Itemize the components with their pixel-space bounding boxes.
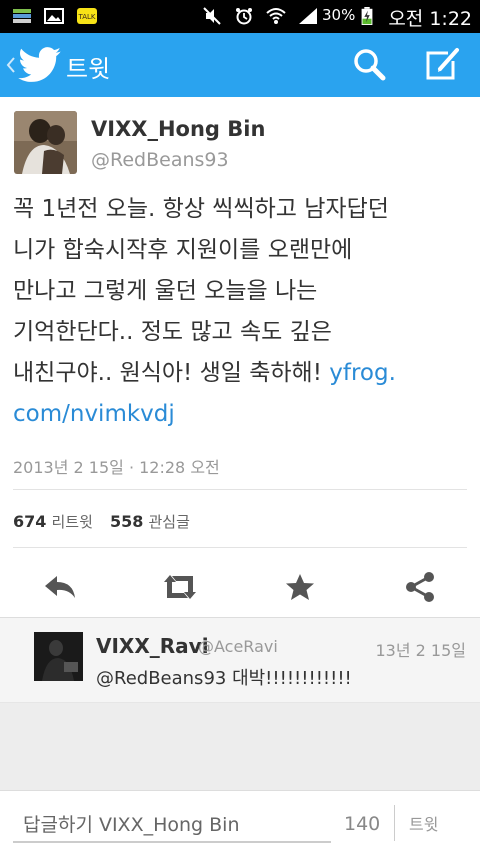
star-icon [286,574,314,600]
search-button[interactable] [348,43,392,87]
signal-icon [299,8,317,24]
favorite-count[interactable]: 558 [110,512,143,531]
svg-text:TALK: TALK [77,13,95,21]
author-name[interactable]: VIXX_Hong Bin [91,117,265,141]
app-header: 트윗 [0,33,480,97]
tweet-text-segment: 내친구야.. 원식아! 생일 축하해! [13,360,330,386]
wifi-icon [266,8,286,24]
tweet-text-line: 내친구야.. 원식아! 생일 축하해! yfrog. [13,353,465,394]
reply-icon [45,576,75,598]
avatar-photo [34,632,83,681]
gallery-icon [44,8,64,24]
retweet-count[interactable]: 674 [13,512,46,531]
clock: 오전 1:22 [388,8,472,30]
retweet-icon [164,575,196,599]
alarm-icon [236,8,252,25]
favorite-label[interactable]: 관심글 [149,513,190,531]
tweet-stats: 674 리트윗 558 관심글 [13,511,190,532]
divider [13,547,467,548]
share-icon [406,572,434,602]
compose-button[interactable] [420,43,464,87]
reply-button[interactable] [36,563,84,611]
author-avatar[interactable] [14,111,77,174]
tweet-text-line: com/nvimkvdj [13,394,465,435]
tweet-text-line: 만나고 그렇게 울던 오늘을 나는 [13,278,318,304]
tweet-text-line: 꼭 1년전 오늘. 항상 씩씩하고 남자답던 [13,196,389,222]
tweet-timestamp: 2013년 2 15일 · 12:28 오전 [13,458,220,477]
tweet-text: 꼭 1년전 오늘. 항상 씩씩하고 남자답던 니가 합숙시작후 지원이를 오랜만… [13,189,465,435]
reply-avatar[interactable] [34,632,83,681]
favorite-button[interactable] [276,563,324,611]
avatar-photo [14,111,77,174]
header-title: 트윗 [66,55,111,83]
battery-percent: 30% [322,6,356,24]
reply-author-name[interactable]: VIXX_Ravi [96,634,209,658]
status-bar: TALK 30% 오전 1:22 [0,0,480,33]
mute-icon [203,7,221,25]
reply-list-item[interactable]: VIXX_Ravi @AceRavi 13년 2 15일 @RedBeans93… [0,617,480,703]
divider [13,489,467,490]
battery-charging-icon [361,7,373,25]
share-button[interactable] [396,563,444,611]
menu-list-icon [13,9,31,23]
reply-text: @RedBeans93 대박!!!!!!!!!!!! [96,668,352,689]
tweet-actions [0,557,480,615]
twitter-bird-icon [18,47,61,82]
divider [394,805,395,841]
author-handle[interactable]: @RedBeans93 [91,149,229,171]
empty-space [0,703,480,790]
reply-timestamp: 13년 2 15일 [375,641,466,660]
compose-icon [426,48,459,80]
tweet-text-line: 기억한단다.. 정도 많고 속도 깊은 [13,319,332,345]
retweet-label[interactable]: 리트윗 [52,513,93,531]
reply-author-handle[interactable]: @AceRavi [198,637,278,656]
character-count: 140 [344,813,381,835]
tweet-link[interactable]: yfrog. [329,360,396,386]
search-icon [354,49,386,81]
tweet-detail: VIXX_Hong Bin @RedBeans93 꼭 1년전 오늘. 항상 씩… [0,97,480,617]
reply-composer: 140 트윗 [0,790,480,853]
tweet-text-line: 니가 합숙시작후 지원이를 오랜만에 [13,237,353,263]
chevron-left-icon [6,57,15,73]
retweet-button[interactable] [156,563,204,611]
tweet-link-continued[interactable]: com/nvimkvdj [13,401,175,427]
reply-input[interactable] [13,809,331,843]
tweet-button[interactable]: 트윗 [409,811,438,835]
kakaotalk-icon: TALK [77,8,97,24]
